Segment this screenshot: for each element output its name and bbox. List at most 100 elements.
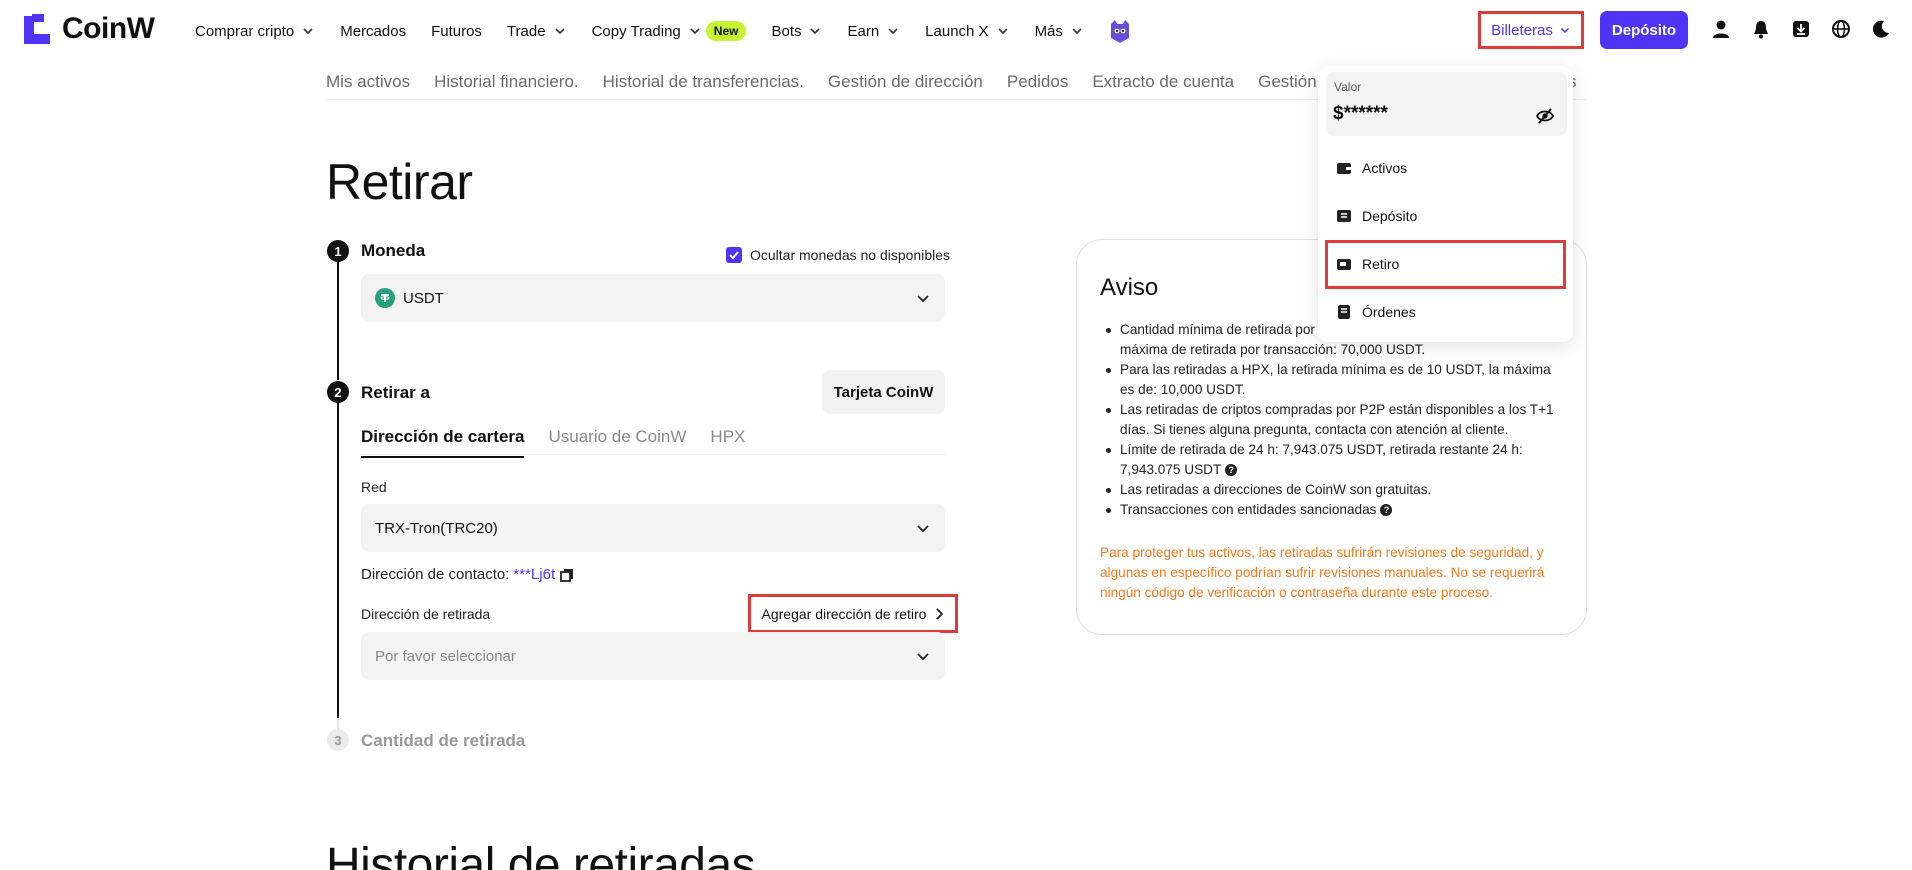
notice-item: Las retiradas de criptos compradas por P… [1102, 400, 1562, 440]
help-icon[interactable]: ? [1380, 504, 1393, 517]
new-badge: New [705, 21, 747, 41]
wallets-label: Billeteras [1491, 21, 1553, 39]
notice-item: Para las retiradas a HPX, la retirada mí… [1102, 360, 1562, 400]
chevron-down-icon [888, 28, 898, 35]
nav-item-copy-trading[interactable]: Copy Trading New [592, 21, 747, 41]
chevron-down-icon [997, 28, 1008, 35]
coinw-logo-icon [24, 14, 50, 44]
add-withdraw-address-label: Agregar dirección de retiro [761, 605, 927, 622]
wallet-menu-activos[interactable]: Activos [1336, 160, 1407, 176]
balance-label: Valor [1334, 80, 1362, 94]
copy-icon[interactable] [559, 567, 575, 583]
nav-item-futuros[interactable]: Futuros [431, 23, 482, 40]
nav-item-trade[interactable]: Trade [507, 23, 567, 40]
subnav-item-extracto-cuenta[interactable]: Extracto de cuenta [1092, 72, 1234, 92]
wallet-menu-label: Retiro [1362, 256, 1400, 272]
page-title: Retirar [326, 154, 473, 210]
mascot-icon[interactable] [1107, 18, 1133, 44]
step-1-title: Moneda [361, 241, 426, 260]
step-3-title: Cantidad de retirada [361, 731, 526, 750]
wallet-menu-label: Depósito [1362, 208, 1418, 224]
orders-icon [1338, 305, 1350, 319]
step-2-title: Retirar a [361, 383, 430, 402]
nav-item-bots[interactable]: Bots [771, 23, 822, 40]
nav-item-earn[interactable]: Earn [847, 23, 900, 40]
chevron-down-icon [554, 28, 565, 35]
subnav-item-historial-transferencias[interactable]: Historial de transferencias. [603, 72, 804, 92]
nav-item-comprar-cripto[interactable]: Comprar cripto [195, 23, 315, 40]
security-warning: Para proteger tus activos, las retiradas… [1100, 545, 1545, 600]
wallets-button[interactable]: Billeteras [1478, 11, 1584, 49]
chevron-down-icon [917, 295, 929, 303]
account-subnav: Mis activos Historial financiero. Histor… [326, 72, 1355, 92]
contact-address-label: Dirección de contacto: [361, 566, 510, 583]
moon-icon[interactable] [1870, 18, 1892, 40]
nav-item-label: Copy Trading [591, 22, 681, 40]
step-connector [337, 262, 339, 380]
nav-item-label: Más [1034, 22, 1063, 40]
withdraw-address-placeholder: Por favor seleccionar [375, 647, 516, 665]
chevron-down-icon [690, 28, 700, 35]
subnav-item-mis-activos[interactable]: Mis activos [326, 72, 410, 92]
chevron-down-icon [303, 28, 313, 35]
chevron-right-icon [936, 607, 944, 620]
subnav-item-gestion-direccion[interactable]: Gestión de dirección [828, 72, 983, 92]
chevron-down-icon [917, 653, 929, 661]
balance-value: $****** [1333, 103, 1388, 124]
withdraw-address-select[interactable]: Por favor seleccionar [361, 632, 945, 680]
tabs-divider [361, 454, 945, 455]
wallet-menu-label: Órdenes [1362, 304, 1416, 320]
top-navigation: CoinW Comprar cripto Mercados Futuros Tr… [0, 0, 1912, 60]
step-connector [337, 402, 339, 730]
download-icon[interactable] [1790, 18, 1812, 40]
coinw-card-button[interactable]: Tarjeta CoinW [822, 370, 945, 414]
notice-list: Cantidad mínima de retirada por máxima de… [1102, 320, 1562, 520]
nav-item-label: Trade [506, 22, 546, 40]
eye-off-icon[interactable] [1535, 106, 1555, 126]
wallet-menu-deposito[interactable]: Depósito [1336, 208, 1417, 224]
add-withdraw-address-button[interactable]: Agregar dirección de retiro [748, 594, 958, 633]
nav-item-label: Bots [771, 22, 802, 40]
contact-address-row: Dirección de contacto: ***Lj6t [361, 566, 575, 583]
wallet-menu-label: Activos [1362, 160, 1408, 176]
nav-item-label: Comprar cripto [195, 22, 295, 40]
notice-item: Transacciones con entidades sancionadas? [1102, 500, 1562, 520]
nav-item-label: Launch X [925, 22, 989, 40]
withdraw-history-title: Historial de retiradas [326, 839, 756, 870]
network-select[interactable]: TRX-Tron(TRC20) [361, 504, 945, 552]
nav-item-label: Mercados [340, 22, 407, 40]
main-menu: Comprar cripto Mercados Futuros Trade Co… [195, 18, 1133, 44]
nav-item-label: Futuros [431, 22, 482, 40]
network-select-value: TRX-Tron(TRC20) [375, 519, 498, 537]
help-icon[interactable]: ? [1225, 464, 1238, 477]
notice-title: Aviso [1100, 274, 1159, 301]
bell-icon[interactable] [1750, 18, 1772, 40]
nav-item-mas[interactable]: Más [1035, 23, 1084, 40]
wallet-menu-retiro[interactable]: Retiro [1336, 256, 1399, 272]
chevron-down-icon [1072, 28, 1082, 35]
coinw-logo[interactable]: CoinW [22, 12, 155, 46]
wallet-menu-ordenes[interactable]: Órdenes [1336, 304, 1416, 320]
globe-icon[interactable] [1830, 18, 1852, 40]
nav-item-mercados[interactable]: Mercados [340, 23, 406, 40]
wallet-icon [1337, 163, 1351, 174]
chevron-down-icon [917, 525, 929, 533]
user-icon[interactable] [1710, 18, 1732, 40]
check-icon [729, 251, 739, 260]
withdraw-icon [1337, 259, 1351, 270]
chevron-down-icon [810, 28, 821, 35]
subnav-item-historial-financiero[interactable]: Historial financiero. [434, 72, 579, 92]
brand-name: CoinW [62, 12, 155, 45]
contact-address-value: ***Lj6t [513, 566, 556, 583]
nav-item-launch-x[interactable]: Launch X [925, 23, 1009, 40]
usdt-icon [375, 288, 395, 308]
hide-unavailable-toggle[interactable]: Ocultar monedas no disponibles [726, 247, 950, 263]
step-3-number: 3 [327, 729, 349, 751]
hide-unavailable-label: Ocultar monedas no disponibles [750, 247, 951, 263]
withdraw-address-label: Dirección de retirada [361, 606, 491, 622]
subnav-item-pedidos[interactable]: Pedidos [1007, 72, 1068, 92]
coin-select[interactable]: USDT [361, 274, 945, 322]
chevron-down-icon [1560, 27, 1569, 34]
hide-unavailable-checkbox[interactable] [726, 247, 742, 263]
deposit-button[interactable]: Depósito [1600, 11, 1688, 49]
